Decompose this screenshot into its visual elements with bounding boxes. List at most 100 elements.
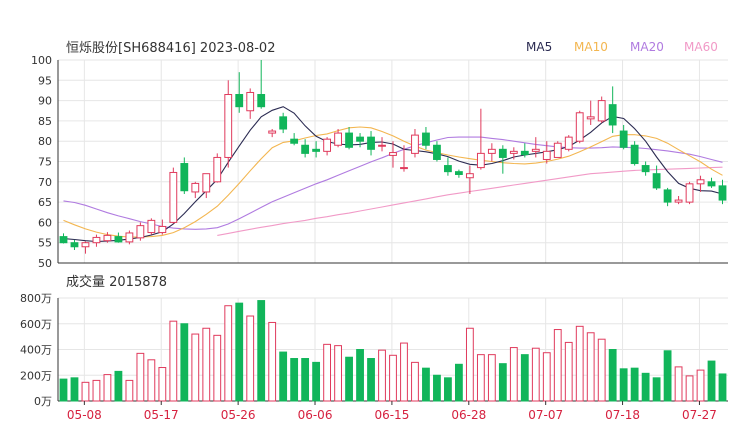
candle-body [345, 132, 353, 148]
candle-body [696, 179, 705, 185]
candle-body [202, 173, 211, 193]
candle-body [59, 236, 68, 244]
price-tick-label: 60 [38, 216, 52, 229]
candle-body [619, 130, 628, 148]
candle [619, 124, 628, 150]
candle-body [235, 94, 244, 108]
legend-item-ma10: MA10 [574, 40, 608, 54]
date-label: 07-07 [528, 408, 563, 422]
volume-bar [103, 374, 112, 402]
candle-body [103, 234, 112, 242]
candle-body [411, 134, 419, 154]
candle-body [301, 144, 310, 154]
candle [356, 133, 364, 148]
volume-bar [246, 315, 255, 402]
volume-bar [630, 367, 639, 402]
volume-tick-label: 400万 [20, 344, 52, 357]
volume-bar [378, 349, 386, 402]
candle-body [498, 148, 507, 158]
candle-body [147, 219, 156, 234]
volume-bar [312, 361, 321, 402]
candle [630, 141, 639, 166]
candle [323, 137, 332, 156]
volume-bar [652, 377, 661, 402]
volume-bar [400, 342, 408, 402]
candle [224, 80, 233, 168]
candle-body [158, 225, 167, 234]
volume-bar [224, 305, 233, 402]
volume-bar [268, 321, 277, 402]
candle [411, 129, 419, 158]
volume-tick-label: 600万 [20, 318, 52, 331]
price-tick-label: 80 [38, 135, 52, 148]
volume-bar [290, 358, 299, 402]
candle [312, 141, 321, 158]
volume-bar [169, 320, 178, 402]
legend-item-ma5: MA5 [526, 40, 552, 54]
candle-body [279, 116, 288, 130]
volume-bar [498, 363, 507, 402]
candle-body [586, 116, 595, 120]
candle-body [268, 130, 277, 134]
candle-body [553, 142, 562, 158]
volume-bar [125, 379, 134, 402]
candle [465, 165, 474, 194]
volume-bar [257, 300, 266, 402]
candle [92, 234, 101, 247]
volume-bar [422, 367, 430, 402]
candle [268, 129, 277, 138]
volume-bar [323, 343, 332, 402]
volume-bar [685, 375, 694, 402]
volume-bar [81, 381, 90, 402]
candle-body [663, 189, 672, 203]
candle-body [92, 236, 101, 244]
volume-bar [663, 350, 672, 402]
candle-body [389, 152, 397, 156]
volume-bar [586, 332, 595, 402]
candle [707, 177, 716, 188]
volume-bar [444, 377, 452, 402]
volume-bar [334, 345, 342, 402]
candle [542, 141, 551, 164]
volume-bar [553, 329, 562, 402]
volume-bar [433, 374, 441, 402]
volume-bar [454, 363, 463, 402]
candle [257, 60, 266, 109]
volume-bar [59, 378, 68, 402]
candle-body [114, 236, 123, 243]
volume-bar [158, 367, 167, 402]
volume-bar [180, 323, 189, 402]
candle [696, 175, 705, 192]
volume-bar [520, 354, 529, 402]
candle [663, 187, 672, 207]
price-tick-label: 55 [38, 237, 52, 250]
candle-body [718, 185, 727, 201]
candle [147, 218, 156, 235]
candle-body [169, 171, 178, 223]
candle [191, 181, 200, 199]
volume-bar [707, 360, 716, 402]
candle [301, 139, 310, 158]
date-label: 06-06 [298, 408, 333, 422]
volume-tick-label: 0万 [34, 395, 52, 408]
candle-body [191, 182, 200, 193]
candle-body [707, 181, 716, 187]
candle [81, 241, 90, 254]
candle [345, 126, 353, 150]
price-tick-label: 95 [38, 74, 52, 87]
price-tick-label: 90 [38, 95, 52, 108]
candle-body [400, 167, 408, 170]
volume-bar [279, 351, 288, 402]
candle-body [246, 91, 255, 112]
candle [158, 219, 167, 235]
volume-bar [367, 358, 375, 402]
candle [169, 167, 178, 224]
candle-body [564, 136, 573, 150]
volume-bar [301, 358, 310, 402]
volume-bar [575, 325, 584, 402]
date-label: 05-08 [67, 408, 102, 422]
candle [70, 239, 79, 251]
candle-body [575, 112, 584, 142]
candle-body [257, 94, 266, 108]
date-label: 07-27 [682, 408, 717, 422]
